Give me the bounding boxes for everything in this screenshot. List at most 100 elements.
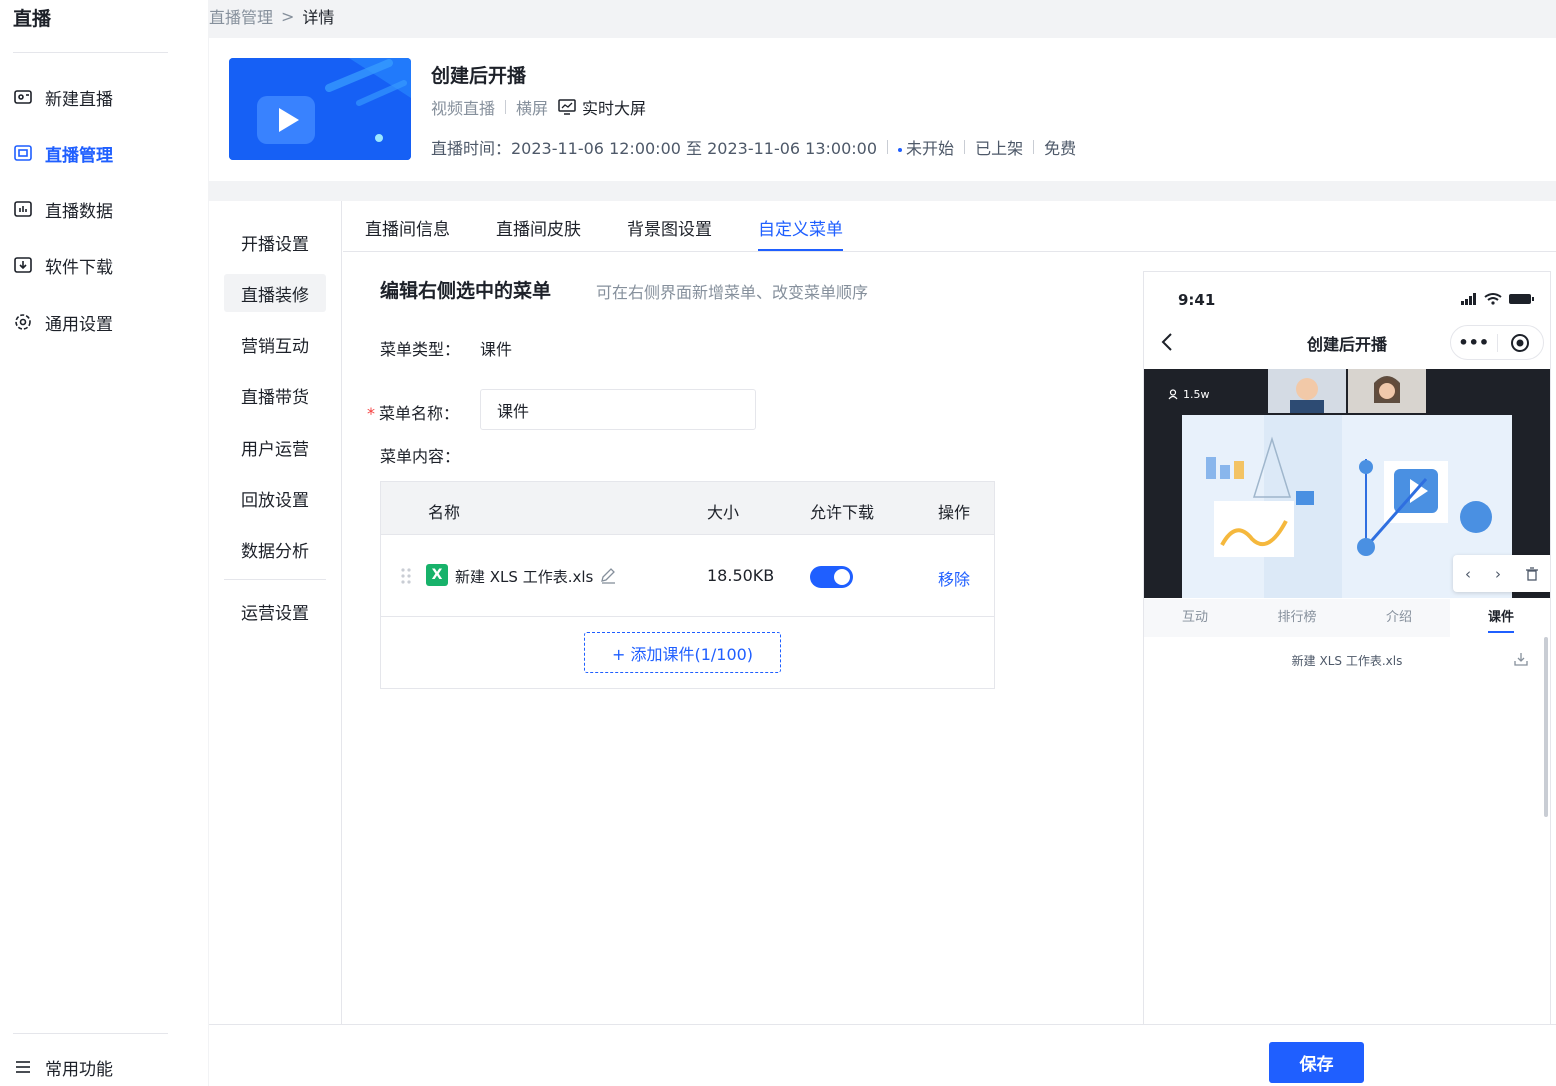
- prev-slide-button[interactable]: ‹: [1465, 565, 1471, 583]
- tab-custom-menu[interactable]: 自定义菜单: [758, 215, 843, 251]
- subnav-item-sales[interactable]: 直播带货: [224, 376, 326, 414]
- sidebar-divider: [13, 1033, 168, 1034]
- bigscreen-label: 实时大屏: [582, 99, 647, 118]
- file-size: 18.50KB: [707, 566, 775, 585]
- courseware-table: 名称 大小 允许下载 操作 X 新建 XLS 工作表.xls 18.50KB 移…: [380, 481, 995, 689]
- viewer-count: 1.5w: [1168, 388, 1210, 401]
- live-title: 创建后开播: [431, 65, 527, 87]
- gear-icon: [13, 312, 33, 332]
- subnav-item-user-ops[interactable]: 用户运营: [224, 428, 326, 466]
- monitor-icon: [558, 99, 576, 115]
- price-label: 免费: [1044, 139, 1077, 158]
- meta-divider: [1033, 140, 1035, 154]
- bigscreen-link[interactable]: 实时大屏: [558, 95, 646, 119]
- meta-divider: [505, 100, 507, 114]
- sidebar-item-label: 新建直播: [45, 89, 113, 110]
- sidebar-item-new-live[interactable]: 新建直播: [13, 83, 113, 111]
- download-icon: [13, 255, 33, 275]
- column-name: 名称: [428, 503, 461, 522]
- status-text: 未开始: [906, 139, 955, 158]
- download-icon[interactable]: [1514, 652, 1528, 666]
- live-cover-image: [229, 58, 411, 160]
- live-manage-icon: [13, 143, 33, 163]
- sidebar-item-label: 通用设置: [45, 314, 113, 335]
- phone-file-item[interactable]: 新建 XLS 工作表.xls: [1144, 652, 1550, 669]
- column-action: 操作: [938, 503, 971, 522]
- live-header-card: 创建后开播 视频直播 横屏 实时大屏 直播时间：2023-11-06 12:00…: [209, 38, 1556, 181]
- subnav-divider: [224, 579, 326, 580]
- edit-icon[interactable]: [599, 566, 617, 584]
- phone-status-icons: [1461, 293, 1534, 305]
- toggle-knob: [834, 569, 850, 585]
- breadcrumb: 直播管理 > 详情: [209, 4, 334, 28]
- data-chart-icon: [13, 199, 33, 219]
- subnav-item-marketing[interactable]: 营销互动: [224, 325, 326, 363]
- sidebar-item-live-manage[interactable]: 直播管理: [13, 139, 113, 167]
- more-button[interactable]: •••: [1451, 333, 1497, 352]
- video-add-icon: [13, 87, 33, 107]
- sidebar-item-live-data[interactable]: 直播数据: [13, 195, 113, 223]
- remove-link[interactable]: 移除: [938, 566, 970, 590]
- table-header: 名称 大小 允许下载 操作: [381, 482, 994, 535]
- tab-room-skin[interactable]: 直播间皮肤: [496, 215, 581, 251]
- tab-room-info[interactable]: 直播间信息: [365, 215, 450, 251]
- live-meta: 视频直播 横屏 实时大屏: [431, 95, 646, 119]
- trash-icon[interactable]: [1525, 566, 1539, 581]
- sidebar-item-label: 直播管理: [45, 145, 113, 166]
- phone-tab-interact[interactable]: 互动: [1144, 599, 1246, 637]
- common-functions-button[interactable]: 常用功能: [13, 1053, 113, 1081]
- sidebar: 直播 新建直播 直播管理 直播数据 软件下载 通用设置 常用功能: [0, 0, 208, 1086]
- xls-file-icon: X: [426, 564, 448, 586]
- phone-menu-tabs: 互动 排行榜 介绍 课件: [1144, 599, 1550, 637]
- decoration-tabs: 直播间信息 直播间皮肤 背景图设置 自定义菜单: [343, 201, 1556, 252]
- target-close-icon: [1511, 333, 1530, 352]
- menu-type-value: 课件: [480, 340, 513, 359]
- add-courseware-button[interactable]: + 添加课件(1/100): [584, 632, 781, 673]
- subnav-item-replay[interactable]: 回放设置: [224, 479, 326, 517]
- sidebar-item-download[interactable]: 软件下载: [13, 251, 113, 279]
- shelf-status: 已上架: [975, 139, 1024, 158]
- phone-preview: 9:41 创建后开播 ••• 1.5w ‹ › 互动 排行榜 介绍 课件 新建 …: [1143, 271, 1551, 1024]
- viewer-count-text: 1.5w: [1183, 388, 1210, 401]
- live-type: 视频直播: [431, 99, 496, 118]
- menu-name-input[interactable]: [480, 389, 756, 430]
- slide-controls: ‹ ›: [1453, 555, 1550, 592]
- live-time-row: 直播时间：2023-11-06 12:00:00 至 2023-11-06 13…: [431, 135, 1076, 159]
- phone-tab-intro[interactable]: 介绍: [1348, 599, 1450, 637]
- breadcrumb-parent[interactable]: 直播管理: [209, 4, 273, 28]
- miniapp-capsule: •••: [1450, 325, 1544, 360]
- sidebar-item-settings[interactable]: 通用设置: [13, 308, 113, 336]
- next-slide-button[interactable]: ›: [1495, 565, 1501, 583]
- phone-scrollbar[interactable]: [1544, 637, 1548, 817]
- phone-tab-courseware[interactable]: 课件: [1450, 599, 1550, 637]
- common-functions-label: 常用功能: [45, 1059, 113, 1080]
- meta-divider: [964, 140, 966, 154]
- subnav-item-broadcast-settings[interactable]: 开播设置: [224, 223, 326, 261]
- drag-handle-icon[interactable]: [399, 567, 413, 585]
- sidebar-item-label: 直播数据: [45, 201, 113, 222]
- table-row: X 新建 XLS 工作表.xls 18.50KB 移除: [381, 535, 994, 617]
- status-badge: 未开始: [898, 135, 954, 159]
- viewers-icon: [1168, 389, 1178, 400]
- live-orientation: 横屏: [516, 99, 549, 118]
- phone-clock: 9:41: [1178, 291, 1216, 309]
- menu-name-label-text: 菜单名称：: [379, 404, 460, 423]
- allow-download-toggle[interactable]: [810, 566, 853, 588]
- status-dot: [898, 147, 903, 152]
- menu-name-label: * 菜单名称：: [367, 400, 459, 424]
- subnav-item-analytics[interactable]: 数据分析: [224, 530, 326, 568]
- meta-divider: [887, 140, 889, 154]
- subnav-item-decoration[interactable]: 直播装修: [224, 274, 326, 312]
- tab-background[interactable]: 背景图设置: [627, 215, 712, 251]
- close-miniapp-button[interactable]: [1498, 333, 1544, 353]
- editor-title: 编辑右侧选中的菜单: [380, 280, 552, 302]
- sidebar-divider: [13, 52, 168, 53]
- save-button[interactable]: 保存: [1269, 1042, 1364, 1083]
- breadcrumb-separator: >: [281, 6, 295, 26]
- phone-tab-ranking[interactable]: 排行榜: [1246, 599, 1348, 637]
- subnav-item-operations[interactable]: 运营设置: [224, 592, 326, 630]
- file-name: 新建 XLS 工作表.xls: [455, 568, 594, 586]
- list-icon: [13, 1057, 33, 1077]
- main-panel: 开播设置 直播装修 营销互动 直播带货 用户运营 回放设置 数据分析 运营设置 …: [209, 201, 1556, 1024]
- sidebar-item-label: 软件下载: [45, 257, 113, 278]
